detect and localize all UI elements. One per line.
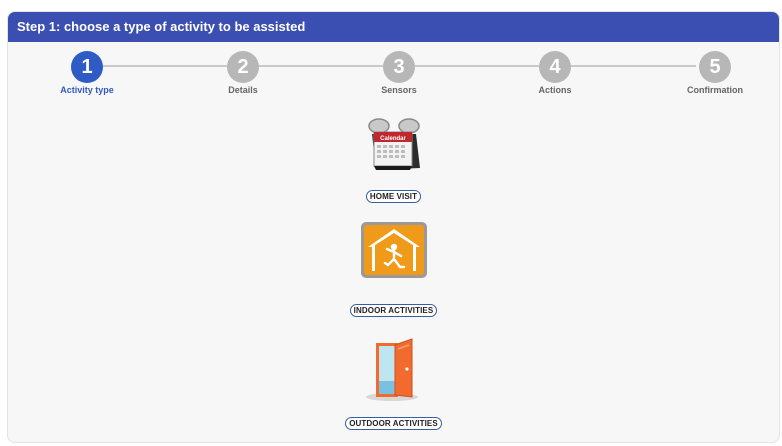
- step-3[interactable]: 3 Sensors: [349, 51, 449, 95]
- step-1[interactable]: 1 Activity type: [37, 51, 137, 95]
- activity-outdoor[interactable]: OUTDOOR ACTIVITIES: [8, 337, 779, 431]
- indoor-activities-button[interactable]: INDOOR ACTIVITIES: [349, 304, 438, 317]
- activity-home-visit[interactable]: Calendar HOME VISIT: [8, 112, 779, 204]
- home-visit-button[interactable]: HOME VISIT: [365, 190, 422, 203]
- calendar-icon[interactable]: Calendar: [362, 112, 426, 176]
- indoor-house-icon[interactable]: [360, 221, 428, 279]
- outdoor-activities-button[interactable]: OUTDOOR ACTIVITIES: [345, 417, 442, 430]
- step-5-number: 5: [699, 51, 731, 83]
- step-1-label: Activity type: [60, 85, 114, 95]
- open-door-icon[interactable]: [362, 337, 426, 403]
- step-2[interactable]: 2 Details: [193, 51, 293, 95]
- step-4[interactable]: 4 Actions: [505, 51, 605, 95]
- activity-indoor[interactable]: INDOOR ACTIVITIES: [8, 221, 779, 318]
- step-2-label: Details: [228, 85, 258, 95]
- step-3-number: 3: [383, 51, 415, 83]
- step-2-number: 2: [227, 51, 259, 83]
- step-3-label: Sensors: [381, 85, 417, 95]
- page-title: Step 1: choose a type of activity to be …: [8, 12, 779, 42]
- wizard-panel: Step 1: choose a type of activity to be …: [7, 11, 780, 443]
- step-4-label: Actions: [538, 85, 572, 95]
- step-5-label: Confirmation: [687, 85, 743, 95]
- step-4-number: 4: [539, 51, 571, 83]
- step-1-number: 1: [71, 51, 103, 83]
- calendar-icon-text: Calendar: [380, 136, 406, 142]
- step-5[interactable]: 5 Confirmation: [665, 51, 765, 95]
